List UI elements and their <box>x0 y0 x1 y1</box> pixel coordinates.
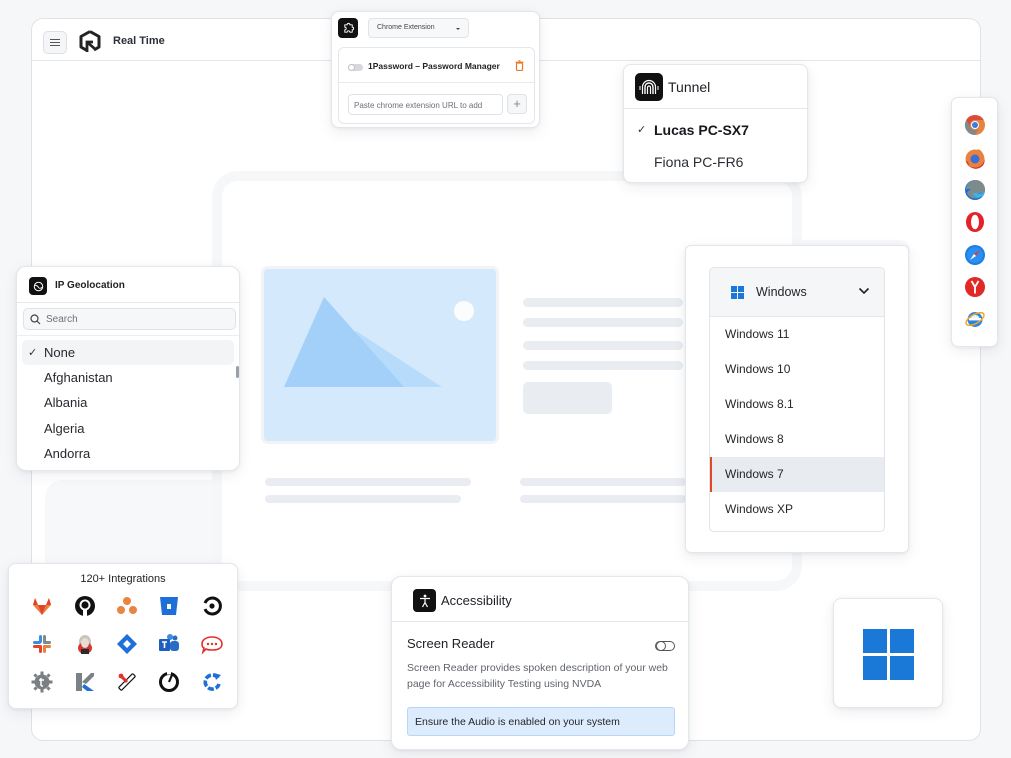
gear-addon-icon[interactable] <box>31 671 53 693</box>
scrollbar-thumb[interactable] <box>236 366 239 378</box>
accessibility-person-icon <box>413 589 436 612</box>
bitbucket-icon[interactable] <box>158 595 180 617</box>
skeleton-line <box>520 495 686 503</box>
tunnel-icon <box>635 73 663 101</box>
yandex-icon[interactable] <box>964 276 986 298</box>
os-version-option[interactable]: Windows XP <box>710 492 884 527</box>
refresh-app-icon[interactable] <box>201 671 223 693</box>
app-title: Real Time <box>113 35 165 47</box>
search-icon <box>30 314 41 325</box>
os-version-option[interactable]: Windows 11 <box>710 317 884 352</box>
country-option[interactable]: Albania <box>44 395 87 410</box>
os-dropdown-header[interactable]: Windows <box>710 268 884 317</box>
os-version-option[interactable]: Windows 10 <box>710 352 884 387</box>
integrations-panel: 120+ Integrations <box>8 563 238 709</box>
screen-reader-toggle[interactable] <box>655 641 675 651</box>
hamburger-menu-icon <box>50 41 60 44</box>
slack-icon[interactable] <box>31 633 53 655</box>
country-search-input[interactable]: Search <box>23 308 236 330</box>
check-icon: ✓ <box>28 347 38 359</box>
firefox-icon[interactable] <box>964 147 986 169</box>
skeleton-line <box>523 341 683 350</box>
extension-toggle[interactable] <box>348 64 363 71</box>
clock-app-icon[interactable] <box>158 671 180 693</box>
add-extension-button[interactable]: + <box>507 94 527 114</box>
opera-icon[interactable] <box>964 211 986 233</box>
tools-icon[interactable] <box>116 671 138 693</box>
tunnel-option[interactable]: Fiona PC-FR6 <box>654 154 743 170</box>
country-option[interactable]: Afghanistan <box>44 370 113 385</box>
puzzle-piece-icon <box>338 18 358 38</box>
skeleton-line <box>523 298 683 307</box>
gitlab-icon[interactable] <box>31 595 53 617</box>
hamburger-menu-button[interactable] <box>43 31 67 54</box>
country-option[interactable]: Algeria <box>44 421 84 436</box>
ip-geolocation-panel: IP Geolocation Search ✓ None Afghanistan… <box>16 266 240 471</box>
browser-selector <box>951 97 998 347</box>
skeleton-line <box>265 495 461 503</box>
extension-item: 1Password – Password Manager <box>339 48 534 83</box>
integrations-title: 120+ Integrations <box>80 573 166 585</box>
skeleton-line <box>265 478 471 486</box>
accessibility-panel: Accessibility Screen Reader Screen Reade… <box>391 576 689 750</box>
os-version-option-active[interactable]: Windows 7 <box>710 457 884 492</box>
skeleton-line <box>523 361 683 370</box>
skeleton-line <box>523 318 683 327</box>
image-placeholder <box>264 269 496 441</box>
globe-icon <box>29 277 47 295</box>
os-version-option[interactable]: Windows 8.1 <box>710 387 884 422</box>
os-version-panel: Windows Windows 11 Windows 10 Windows 8.… <box>685 245 909 553</box>
kanbanize-icon[interactable] <box>74 671 96 693</box>
search-placeholder: Search <box>46 314 78 325</box>
extension-url-input[interactable]: Paste chrome extension URL to add <box>348 94 503 115</box>
extension-type-dropdown[interactable]: Chrome Extension <box>368 18 469 38</box>
os-dropdown-title: Windows <box>756 285 807 299</box>
tunnel-title: Tunnel <box>668 79 711 95</box>
extension-type-label: Chrome Extension <box>377 24 435 31</box>
chevron-down-icon <box>858 287 870 295</box>
chrome-icon[interactable] <box>964 114 986 136</box>
microsoft-teams-icon[interactable] <box>158 633 180 655</box>
lambdatest-logo-icon <box>79 30 101 52</box>
jira-icon[interactable] <box>116 633 138 655</box>
skeleton-line <box>520 478 686 486</box>
edge-icon[interactable] <box>964 179 986 201</box>
extension-name: 1Password – Password Manager <box>368 61 500 71</box>
screen-reader-description: Screen Reader provides spoken descriptio… <box>407 662 668 690</box>
geolocation-header: IP Geolocation <box>17 267 239 303</box>
windows-logo-icon <box>731 286 744 299</box>
check-icon: ✓ <box>637 124 647 136</box>
internet-explorer-icon[interactable] <box>964 308 986 330</box>
os-version-option[interactable]: Windows 8 <box>710 422 884 457</box>
os-version-dropdown: Windows Windows 11 Windows 10 Windows 8.… <box>709 267 885 532</box>
extension-list: 1Password – Password Manager Paste chrom… <box>338 47 535 124</box>
accessibility-title: Accessibility <box>441 593 512 608</box>
accessibility-header: Accessibility <box>392 577 688 622</box>
windows-logo-icon <box>863 629 915 681</box>
github-icon[interactable] <box>74 595 96 617</box>
mountain-image-icon <box>284 297 474 387</box>
tunnel-panel: Tunnel ✓ Lucas PC-SX7 Fiona PC-FR6 <box>623 64 808 183</box>
rocket-chat-icon[interactable] <box>201 633 223 655</box>
screen-reader-title: Screen Reader <box>407 636 495 651</box>
asana-icon[interactable] <box>116 595 138 617</box>
jenkins-icon[interactable] <box>74 633 96 655</box>
circleci-icon[interactable] <box>201 595 223 617</box>
chrome-extension-panel: Chrome Extension 1Password – Password Ma… <box>331 11 540 128</box>
skeleton-button <box>523 382 612 414</box>
country-option[interactable]: None <box>44 345 75 360</box>
audio-notice: Ensure the Audio is enabled on your syst… <box>407 707 675 736</box>
tunnel-option[interactable]: Lucas PC-SX7 <box>654 122 749 138</box>
caret-down-icon <box>456 28 460 30</box>
windows-os-tile[interactable] <box>833 598 943 708</box>
geolocation-title: IP Geolocation <box>55 280 125 291</box>
safari-icon[interactable] <box>964 244 986 266</box>
tunnel-header: Tunnel <box>624 65 807 109</box>
country-option[interactable]: Andorra <box>44 446 90 461</box>
trash-icon[interactable] <box>515 60 524 71</box>
